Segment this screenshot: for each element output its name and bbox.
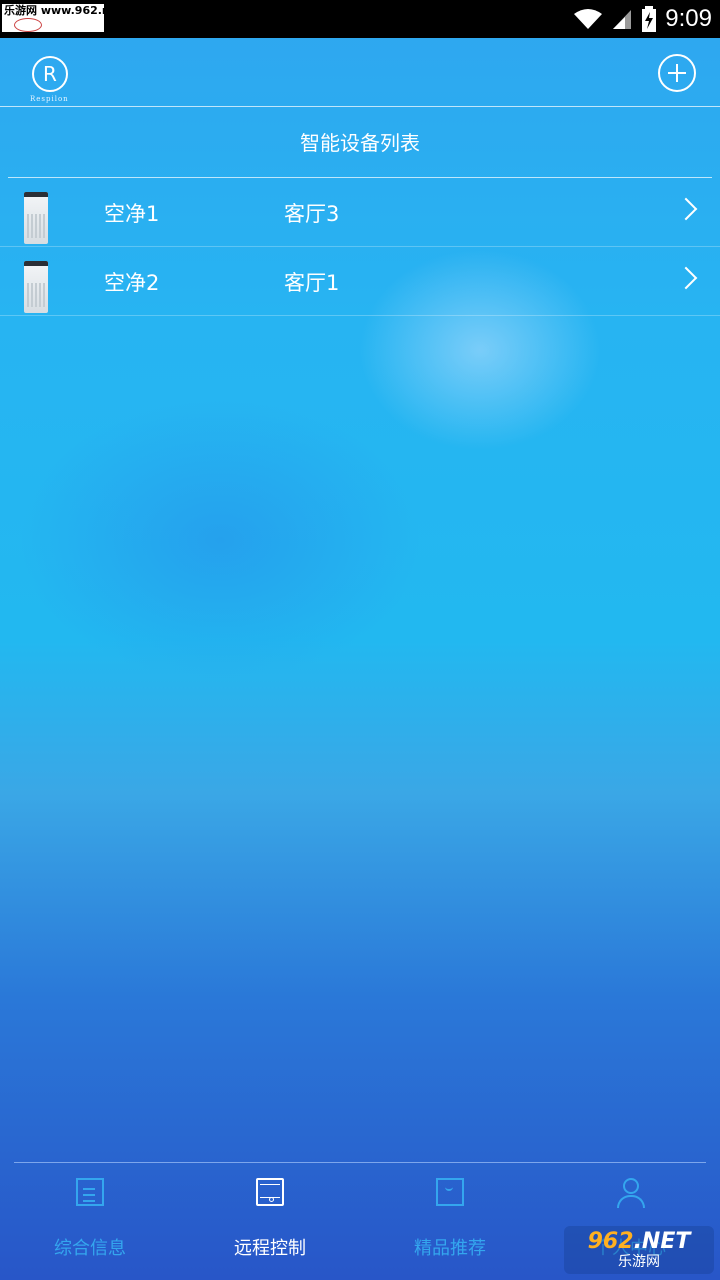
logo-letter: R	[43, 62, 57, 86]
status-icons: 9:09	[573, 0, 712, 38]
signal-icon	[613, 10, 632, 29]
document-icon	[76, 1178, 104, 1206]
tablet-icon	[256, 1178, 284, 1206]
air-purifier-icon	[24, 192, 48, 244]
status-bar: 乐游网 www.962.net 9:09	[0, 0, 720, 38]
user-icon	[616, 1178, 645, 1208]
tab-remote-control[interactable]: 远程控制	[180, 1163, 360, 1280]
device-name: 空净1	[104, 202, 160, 226]
device-row[interactable]: 空净2 客厅1	[0, 247, 720, 316]
tab-recommendations[interactable]: 精品推荐	[360, 1163, 540, 1280]
watermark-text: 乐游网 www.962.net	[4, 4, 123, 17]
tab-label: 综合信息	[54, 1238, 126, 1259]
watermark: 乐游网 www.962.net	[2, 4, 122, 32]
chevron-right-icon	[674, 266, 698, 290]
app-logo: R Respilon	[30, 56, 70, 106]
device-name: 空净2	[104, 271, 160, 295]
tab-overview[interactable]: 综合信息	[0, 1163, 180, 1280]
add-device-button[interactable]	[658, 54, 696, 92]
device-room: 客厅1	[284, 271, 340, 295]
tab-label: 精品推荐	[414, 1238, 486, 1259]
device-list: 空净1 客厅3 空净2 客厅1	[0, 178, 720, 316]
logo-brand: Respilon	[30, 95, 69, 103]
badge-text: 乐游网	[618, 1254, 660, 1270]
battery-icon	[642, 6, 657, 32]
logo-ring: R	[32, 56, 68, 92]
watermark-logo-icon	[14, 18, 42, 32]
shopping-bag-icon	[436, 1178, 464, 1206]
site-badge: 962.NET 乐游网	[564, 1226, 714, 1274]
tab-label: 远程控制	[234, 1238, 306, 1259]
badge-number: 962.NET	[587, 1229, 691, 1254]
wifi-icon	[574, 9, 603, 29]
device-row[interactable]: 空净1 客厅3	[0, 178, 720, 247]
device-room: 客厅3	[284, 202, 340, 226]
air-purifier-icon	[24, 261, 48, 313]
chevron-right-icon	[674, 197, 698, 221]
clock: 9:09	[665, 5, 712, 32]
app-header: R Respilon	[0, 38, 720, 106]
page-title: 智能设备列表	[300, 130, 420, 155]
